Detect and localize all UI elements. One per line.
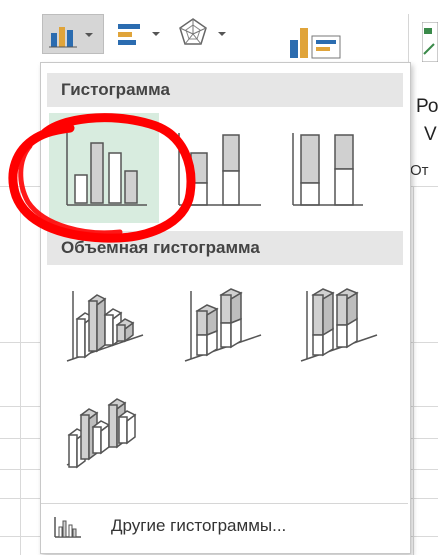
3d-100-stacked-column-option[interactable] — [293, 273, 403, 383]
3d-100-stacked-column-icon — [300, 288, 378, 362]
sheet-gridline — [413, 186, 414, 555]
stacked-column-option[interactable] — [165, 113, 275, 223]
section-header-2d-column: Гистограмма — [47, 73, 403, 107]
chevron-down-icon — [85, 33, 93, 37]
3d-clustered-column-option[interactable] — [59, 273, 169, 383]
ribbon-side-label: V — [424, 124, 437, 145]
stacked-column-icon — [178, 133, 261, 206]
chevron-down-icon — [218, 32, 226, 36]
3d-column-option[interactable] — [59, 385, 169, 495]
insert-column-chart-button[interactable] — [42, 14, 104, 54]
menu-separator — [41, 503, 408, 504]
insert-radar-chart-button[interactable] — [172, 14, 232, 54]
recommended-charts-icon — [290, 28, 341, 59]
column-chart-small-icon — [54, 517, 81, 538]
insert-bar-chart-button[interactable] — [112, 14, 166, 54]
bar-chart-icon — [118, 24, 140, 45]
3d-stacked-column-option[interactable] — [175, 273, 285, 383]
more-column-charts-label: Другие гистограммы... — [111, 516, 287, 535]
ribbon-side-label: Ро — [416, 96, 438, 117]
column-chart-icon — [49, 27, 77, 48]
3d-clustered-column-icon — [66, 291, 144, 362]
recommended-charts-button[interactable] — [282, 20, 350, 62]
clustered-column-option[interactable] — [49, 113, 159, 223]
radar-chart-icon — [179, 18, 207, 45]
column-chart-dropdown: Гистограмма Объемная гистограмма Другие … — [40, 62, 411, 554]
ribbon — [0, 0, 438, 62]
sheet-gridline — [20, 186, 21, 555]
pivot-chart-icon — [422, 22, 438, 62]
more-column-charts-link[interactable]: Другие гистограммы... — [41, 505, 408, 551]
ribbon-side-label: От — [410, 162, 429, 179]
chevron-down-icon — [152, 32, 160, 36]
3d-column-icon — [66, 398, 137, 469]
clustered-column-icon — [66, 133, 147, 206]
section-header-3d-column: Объемная гистограмма — [47, 231, 403, 265]
100-stacked-column-option[interactable] — [281, 113, 391, 223]
3d-stacked-column-icon — [184, 288, 262, 362]
100-stacked-column-icon — [292, 133, 363, 206]
